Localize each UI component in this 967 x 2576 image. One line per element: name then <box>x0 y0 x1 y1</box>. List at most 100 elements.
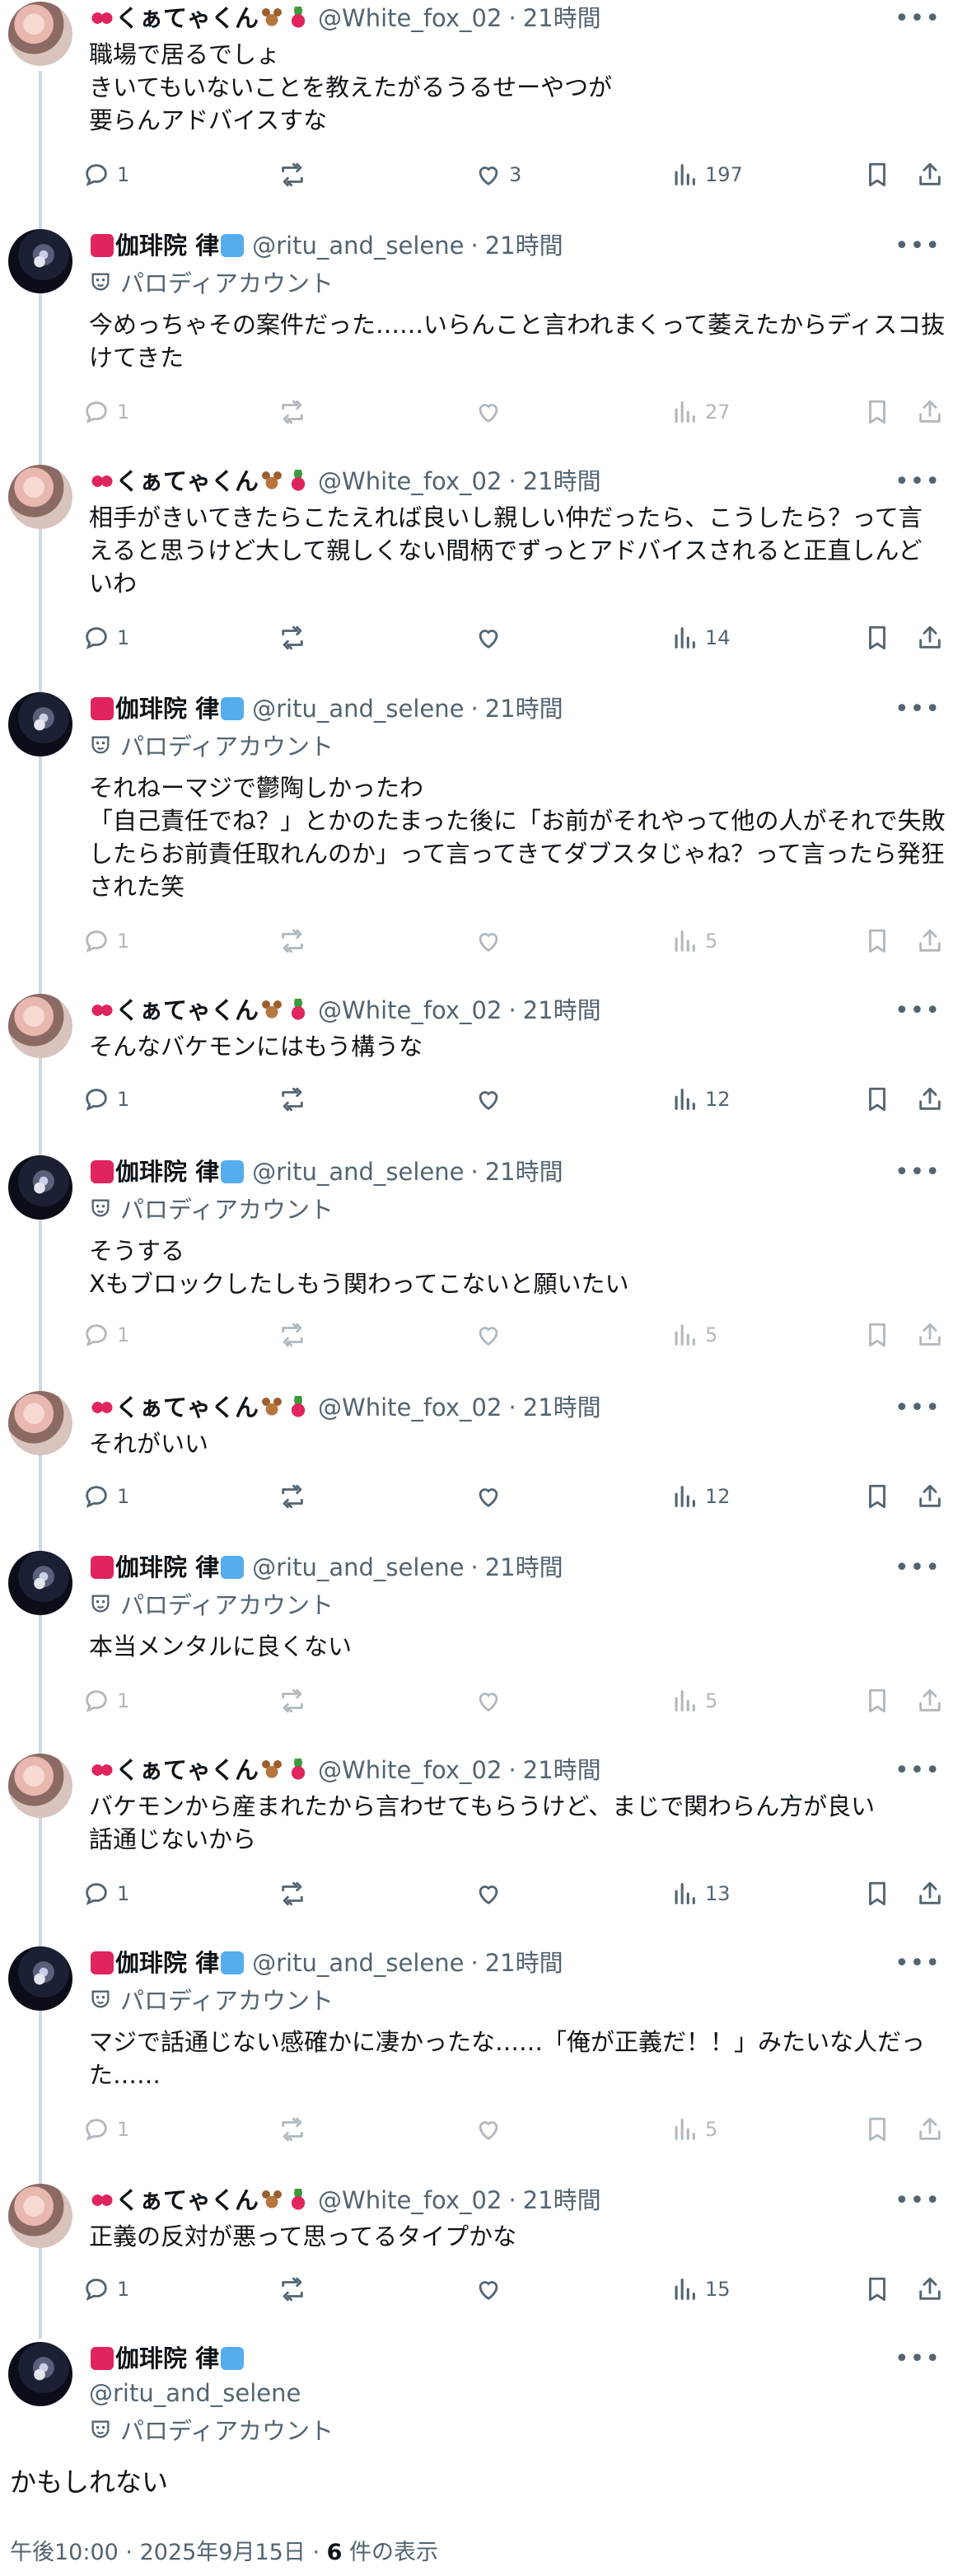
bookmark-button[interactable] <box>863 1876 891 1912</box>
more-options-icon[interactable]: ••• <box>895 1946 940 1979</box>
like-button[interactable] <box>474 923 502 959</box>
more-options-icon[interactable]: ••• <box>895 1754 940 1787</box>
like-button[interactable] <box>474 1317 502 1353</box>
bookmark-button[interactable] <box>863 2271 891 2307</box>
post-time[interactable]: 21時間 <box>485 1551 563 1584</box>
bookmark-button[interactable] <box>863 394 891 430</box>
reply-button[interactable]: 1 <box>82 2271 129 2307</box>
reply-button[interactable]: 1 <box>82 2111 129 2147</box>
views-button[interactable]: 13 <box>670 1876 731 1912</box>
post-time[interactable]: 21時間 <box>523 465 601 498</box>
repost-button[interactable] <box>278 2111 306 2147</box>
repost-button[interactable] <box>278 1081 306 1117</box>
user-handle[interactable]: @White_fox_02 <box>318 1754 502 1787</box>
bookmark-button[interactable] <box>863 1317 891 1353</box>
like-button[interactable] <box>474 620 502 656</box>
views-button[interactable]: 27 <box>670 394 731 430</box>
share-button[interactable] <box>916 2271 944 2307</box>
display-name[interactable]: くぁてゃくん <box>115 994 259 1027</box>
views-button[interactable]: 5 <box>670 2111 717 2147</box>
post-time[interactable]: 21時間 <box>523 2 601 35</box>
post-timestamp[interactable]: 午後10:00 <box>10 2540 119 2565</box>
post-time[interactable]: 21時間 <box>485 1155 563 1188</box>
avatar[interactable] <box>8 1155 72 1220</box>
repost-button[interactable] <box>278 923 306 959</box>
post-time[interactable]: 21時間 <box>485 1946 563 1979</box>
bookmark-button[interactable] <box>863 157 891 193</box>
avatar[interactable] <box>8 229 72 293</box>
bookmark-button[interactable] <box>863 2111 891 2147</box>
views-button[interactable]: 5 <box>670 1683 717 1719</box>
like-button[interactable] <box>474 1683 502 1719</box>
avatar[interactable] <box>8 692 72 756</box>
display-name[interactable]: くぁてゃくん <box>115 1391 259 1424</box>
like-button[interactable] <box>474 1478 502 1515</box>
reply-button[interactable]: 1 <box>82 1081 129 1117</box>
views-button[interactable]: 12 <box>670 1081 731 1117</box>
user-handle[interactable]: @White_fox_02 <box>318 2 502 35</box>
like-button[interactable] <box>474 394 502 430</box>
like-button[interactable] <box>474 2271 502 2307</box>
user-handle[interactable]: @ritu_and_selene <box>252 229 464 262</box>
avatar[interactable] <box>8 2 72 66</box>
avatar[interactable] <box>8 465 72 529</box>
repost-button[interactable] <box>278 394 306 430</box>
like-button[interactable]: 3 <box>474 157 521 193</box>
more-options-icon[interactable]: ••• <box>895 1391 940 1424</box>
user-handle[interactable]: @ritu_and_selene <box>252 1946 464 1979</box>
user-handle[interactable]: @White_fox_02 <box>318 1391 502 1424</box>
bookmark-button[interactable] <box>863 923 891 959</box>
share-button[interactable] <box>916 1478 944 1515</box>
display-name[interactable]: 伽琲院 律 <box>115 1946 219 1979</box>
post-time[interactable]: 21時間 <box>485 229 563 262</box>
display-name[interactable]: くぁてゃくん <box>115 2184 259 2217</box>
reply-button[interactable]: 1 <box>82 1478 129 1515</box>
bookmark-button[interactable] <box>863 620 891 656</box>
views-button[interactable]: 5 <box>670 923 717 959</box>
display-name[interactable]: くぁてゃくん <box>115 1754 259 1787</box>
share-button[interactable] <box>916 620 944 656</box>
display-name[interactable]: くぁてゃくん <box>115 2 259 35</box>
more-options-icon[interactable]: ••• <box>895 994 940 1027</box>
repost-button[interactable] <box>278 1478 306 1515</box>
bookmark-button[interactable] <box>863 1478 891 1515</box>
post-time[interactable]: 21時間 <box>523 1391 601 1424</box>
views-button[interactable]: 12 <box>670 1478 731 1515</box>
avatar[interactable] <box>8 2342 72 2406</box>
user-handle[interactable]: @White_fox_02 <box>318 465 502 498</box>
more-options-icon[interactable]: ••• <box>895 1155 940 1188</box>
repost-button[interactable] <box>278 2271 306 2307</box>
display-name[interactable]: 伽琲院 律 <box>115 229 219 262</box>
post-time[interactable]: 21時間 <box>485 692 563 725</box>
avatar[interactable] <box>8 2184 72 2248</box>
share-button[interactable] <box>916 394 944 430</box>
repost-button[interactable] <box>278 157 306 193</box>
reply-button[interactable]: 1 <box>82 394 129 430</box>
repost-button[interactable] <box>278 1317 306 1353</box>
user-handle[interactable]: @ritu_and_selene <box>252 1155 464 1188</box>
display-name[interactable]: 伽琲院 律 <box>115 692 219 725</box>
share-button[interactable] <box>916 1081 944 1117</box>
avatar[interactable] <box>8 1391 72 1455</box>
repost-button[interactable] <box>278 620 306 656</box>
like-button[interactable] <box>474 1081 502 1117</box>
reply-button[interactable]: 1 <box>82 620 129 656</box>
user-handle[interactable]: @White_fox_02 <box>318 2184 502 2217</box>
repost-button[interactable] <box>278 1683 306 1719</box>
reply-button[interactable]: 1 <box>82 1683 129 1719</box>
share-button[interactable] <box>916 1317 944 1353</box>
user-handle[interactable]: @ritu_and_selene <box>252 692 464 725</box>
like-button[interactable] <box>474 1876 502 1912</box>
bookmark-button[interactable] <box>863 1683 891 1719</box>
views-button[interactable]: 197 <box>670 157 743 193</box>
more-options-icon[interactable]: ••• <box>895 2 940 35</box>
post-date[interactable]: 2025年9月15日 <box>140 2540 306 2565</box>
more-options-icon[interactable]: ••• <box>895 1551 940 1584</box>
user-handle[interactable]: @ritu_and_selene <box>89 2379 301 2407</box>
avatar[interactable] <box>8 1946 72 2011</box>
display-name[interactable]: 伽琲院 律 <box>115 2342 219 2375</box>
reply-button[interactable]: 1 <box>82 1876 129 1912</box>
views-button[interactable]: 5 <box>670 1317 717 1353</box>
repost-button[interactable] <box>278 1876 306 1912</box>
avatar[interactable] <box>8 994 72 1058</box>
